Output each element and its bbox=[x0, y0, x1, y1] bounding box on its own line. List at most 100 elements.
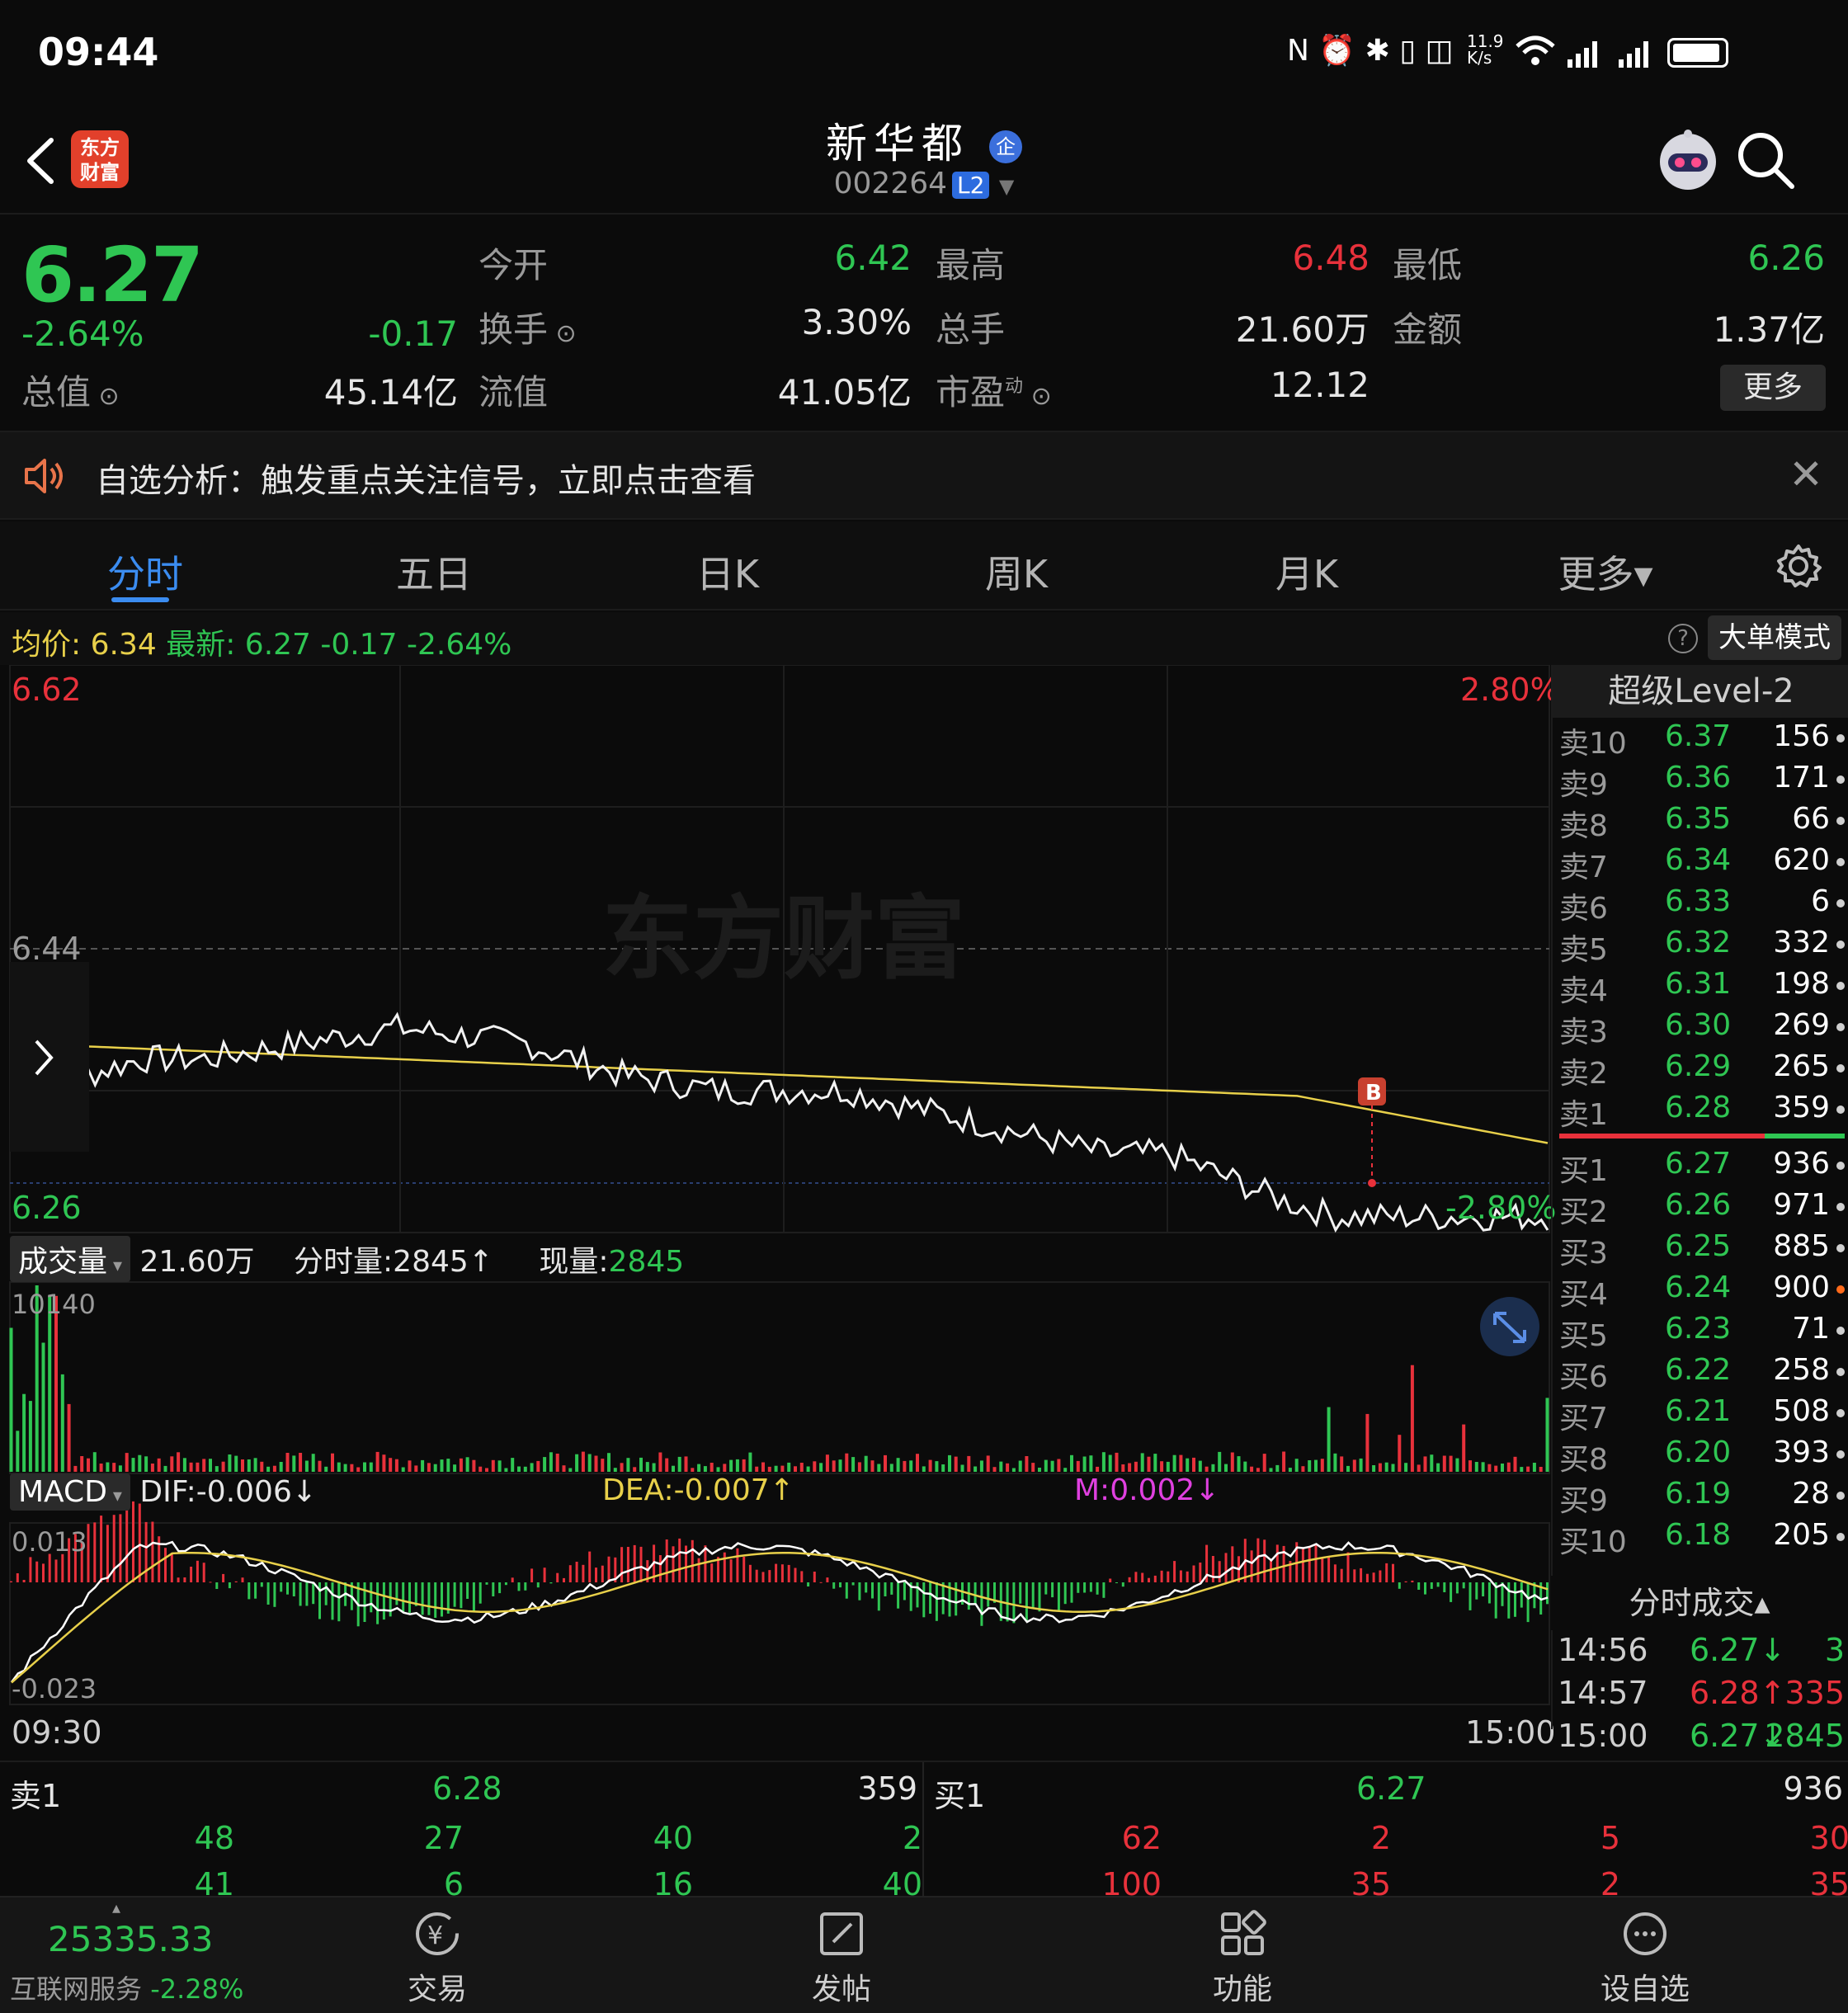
open-label: 今开 bbox=[478, 245, 549, 285]
bid-row-4[interactable]: 买4 6.24 900 bbox=[1559, 1270, 1848, 1312]
help-icon[interactable]: ? bbox=[1668, 624, 1698, 653]
nav-functions[interactable]: 功能 bbox=[1160, 1907, 1325, 2008]
volume-selector[interactable]: 成交量 ▾ bbox=[10, 1236, 131, 1282]
latest-value: 6.27 bbox=[244, 628, 311, 662]
bid-volume: 258 bbox=[1773, 1353, 1830, 1387]
dot-icon bbox=[1836, 899, 1845, 908]
dot-icon bbox=[1836, 1106, 1845, 1114]
tick-price: 6.27↓ bbox=[1690, 1632, 1786, 1668]
order-book: 超级Level-2 卖10 6.37 156 卖9 6.36 171 卖8 6.35 66 卖7 6… bbox=[1551, 665, 1848, 1729]
order-book-title[interactable]: 超级Level-2 bbox=[1553, 665, 1848, 718]
bid-row-10[interactable]: 买10 6.18 205 bbox=[1559, 1518, 1848, 1559]
nav-add-watchlist-label: 设自选 bbox=[1600, 1973, 1690, 2006]
dea-line bbox=[11, 1552, 1549, 1684]
ask-row-9[interactable]: 卖2 6.29 265 bbox=[1559, 1049, 1848, 1091]
stock-code-row[interactable]: 002264 L2 ▼ bbox=[0, 167, 1848, 200]
ask-row-3[interactable]: 卖8 6.35 66 bbox=[1559, 802, 1848, 843]
tick-volume: 335 bbox=[1784, 1675, 1845, 1711]
tick-time: 14:56 bbox=[1558, 1632, 1648, 1668]
bid-price: 6.27 bbox=[1665, 1147, 1732, 1181]
ask-row-8[interactable]: 卖3 6.30 269 bbox=[1559, 1008, 1848, 1049]
ask-volume: 269 bbox=[1773, 1008, 1830, 1042]
more-button[interactable]: 更多 bbox=[1720, 365, 1826, 411]
volume-label: 总手 bbox=[936, 309, 1006, 350]
bid-row-8[interactable]: 买8 6.20 393 bbox=[1559, 1436, 1848, 1477]
bid-row-7[interactable]: 买7 6.21 508 bbox=[1559, 1394, 1848, 1436]
tab-more[interactable]: 更多▾ bbox=[1523, 544, 1688, 599]
gear-icon[interactable] bbox=[1774, 541, 1823, 591]
ask-row-7[interactable]: 卖4 6.31 198 bbox=[1559, 967, 1848, 1008]
nav-add-watchlist[interactable]: 设自选 bbox=[1563, 1907, 1728, 2008]
bid-row-9[interactable]: 买9 6.19 28 bbox=[1559, 1477, 1848, 1518]
avg-price-bar: 均价: 6.34 最新: 6.27 -0.17 -2.64% ? 大单模式 bbox=[0, 612, 1848, 665]
price-mid-label: 6.44 bbox=[12, 931, 82, 967]
amount-value: 1.37亿 bbox=[1713, 309, 1825, 350]
index-value[interactable]: 25335.33 bbox=[48, 1919, 213, 1959]
bid-row-1[interactable]: 买1 6.27 936 bbox=[1559, 1147, 1848, 1188]
notice-bar[interactable]: 自选分析：触发重点关注信号，立即点击查看 ✕ bbox=[0, 431, 1848, 520]
info-icon: ⊙ bbox=[548, 319, 577, 348]
tab-monthly-k[interactable]: 月K bbox=[1224, 544, 1389, 599]
volume-value: 21.60万 bbox=[1235, 309, 1370, 350]
ask-row-2[interactable]: 卖9 6.36 171 bbox=[1559, 761, 1848, 802]
search-icon[interactable] bbox=[1732, 127, 1798, 193]
tick-volume: 分时量:2845↑ bbox=[294, 1245, 493, 1279]
ask-label: 卖2 bbox=[1559, 1057, 1608, 1091]
ask-queue-cell: 40 bbox=[653, 1820, 693, 1856]
tab-weekly-k[interactable]: 周K bbox=[934, 544, 1099, 599]
tab-intraday[interactable]: 分时 bbox=[63, 544, 228, 599]
ask-row-5[interactable]: 卖6 6.33 6 bbox=[1559, 884, 1848, 926]
dot-icon bbox=[1836, 940, 1845, 949]
ask-price: 6.36 bbox=[1665, 761, 1732, 794]
pct-min-label: -2.80% bbox=[1445, 1190, 1557, 1226]
stock-name: 新华都 bbox=[826, 120, 970, 167]
bid-row-2[interactable]: 买2 6.26 971 bbox=[1559, 1188, 1848, 1229]
ask-price: 6.34 bbox=[1665, 843, 1732, 877]
turnover-label[interactable]: 换手 ⊙ bbox=[478, 302, 577, 352]
bid-row-5[interactable]: 买5 6.23 71 bbox=[1559, 1312, 1848, 1353]
ask-volume: 198 bbox=[1773, 967, 1830, 1001]
macd-selector[interactable]: MACD ▾ bbox=[10, 1473, 130, 1511]
ask-row-10[interactable]: 卖1 6.28 359 bbox=[1559, 1091, 1848, 1132]
bid-row-3[interactable]: 买3 6.25 885 bbox=[1559, 1229, 1848, 1270]
bid-label: 买4 bbox=[1559, 1278, 1608, 1312]
nav-post[interactable]: 发帖 bbox=[759, 1907, 924, 2008]
ask-row-1[interactable]: 卖10 6.37 156 bbox=[1559, 719, 1848, 761]
level2-badge: L2 bbox=[952, 172, 990, 199]
status-icons: N ⏰ ✱ ▯ ◫ bbox=[1287, 33, 1454, 68]
ask-price: 6.33 bbox=[1665, 884, 1732, 918]
status-time: 09:44 bbox=[38, 30, 159, 74]
index-label[interactable]: 互联网服务 -2.28% bbox=[10, 1968, 243, 2006]
turnover-value: 3.30% bbox=[801, 302, 912, 342]
ask-row-4[interactable]: 卖7 6.34 620 bbox=[1559, 843, 1848, 884]
tick-row: 14:57 6.28↑ 335 bbox=[1558, 1675, 1845, 1719]
ticks-title[interactable]: 分时成交▴ bbox=[1551, 1576, 1848, 1630]
status-bar: 09:44 N ⏰ ✱ ▯ ◫ 11.9 K/s bbox=[0, 0, 1848, 107]
bid-label: 买2 bbox=[1559, 1195, 1608, 1229]
svg-text:¥: ¥ bbox=[427, 1921, 443, 1950]
stock-title: 新华都 企 bbox=[0, 107, 1848, 170]
tab-daily-k[interactable]: 日K bbox=[645, 544, 810, 599]
float-label: 流值 bbox=[478, 372, 549, 412]
bid-row-6[interactable]: 买6 6.22 258 bbox=[1559, 1353, 1848, 1394]
latest-change-pct: -2.64% bbox=[407, 628, 512, 662]
macd-header: MACD ▾ DIF:-0.006↓ bbox=[10, 1473, 317, 1520]
trade-icon: ¥ bbox=[416, 1912, 459, 1955]
ask-volume: 359 bbox=[1773, 1091, 1830, 1124]
dot-icon bbox=[1836, 1162, 1845, 1170]
ask-row-6[interactable]: 卖5 6.32 332 bbox=[1559, 926, 1848, 967]
ask-volume: 171 bbox=[1773, 761, 1830, 794]
bb-ask-label: 卖1 bbox=[10, 1778, 62, 1814]
mktcap-label[interactable]: 总值 ⊙ bbox=[21, 365, 120, 415]
macd-m: M:0.002↓ bbox=[1074, 1473, 1220, 1507]
chart-area[interactable]: 东方财富 B 6.62 2.80% 6.44 6.26 -2.80% 10140… bbox=[0, 665, 1560, 1759]
ask-label: 卖9 bbox=[1559, 768, 1608, 802]
intraday-chart[interactable]: 东方财富 B bbox=[0, 665, 1551, 1759]
close-icon[interactable]: ✕ bbox=[1789, 450, 1823, 498]
robot-assistant-icon[interactable] bbox=[1652, 125, 1724, 198]
pe-label[interactable]: 市盈动 ⊙ bbox=[936, 365, 1052, 415]
tab-five-day[interactable]: 五日 bbox=[351, 544, 516, 599]
big-order-mode-button[interactable]: 大单模式 bbox=[1708, 615, 1841, 660]
header: 东方 财富 新华都 企 002264 L2 ▼ bbox=[0, 107, 1848, 214]
nav-trade[interactable]: ¥ 交易 bbox=[355, 1907, 520, 2008]
